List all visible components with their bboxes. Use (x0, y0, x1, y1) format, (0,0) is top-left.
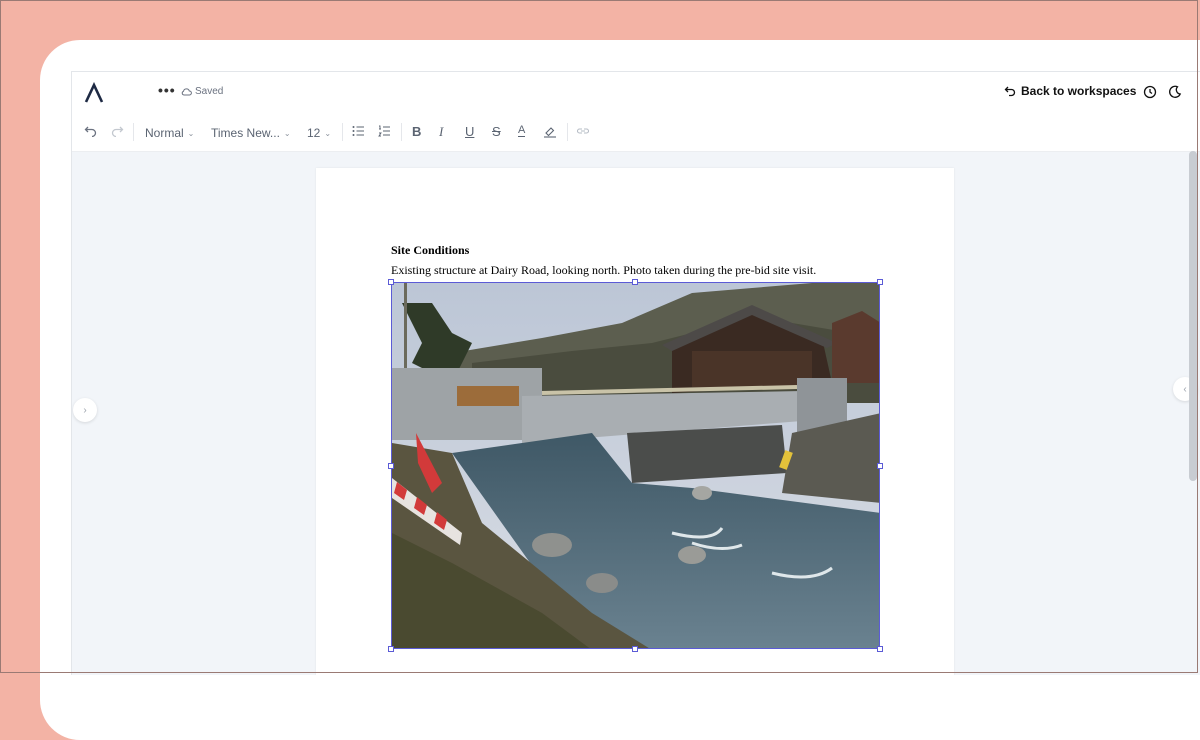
strikethrough-button[interactable]: S (492, 124, 501, 139)
back-to-workspaces-button[interactable]: Back to workspaces (1004, 84, 1136, 98)
document-heading[interactable]: Site Conditions (391, 243, 469, 258)
paragraph-style-dropdown[interactable]: Normal ⌄ (145, 126, 194, 140)
toolbar-divider (342, 123, 343, 141)
document-page[interactable]: Site Conditions Existing structure at Da… (316, 168, 954, 675)
toolbar-divider (401, 123, 402, 141)
chevron-down-icon: ⌄ (324, 128, 332, 138)
more-menu-button[interactable]: ••• (158, 82, 176, 98)
site-photo-image (392, 283, 879, 648)
resize-handle-bottom[interactable] (632, 646, 638, 652)
resize-handle-top-right[interactable] (877, 279, 883, 285)
site-photo[interactable] (391, 282, 880, 649)
save-status-label: Saved (195, 86, 224, 97)
font-family-value: Times New... (211, 126, 280, 140)
resize-handle-right[interactable] (877, 463, 883, 469)
redo-icon[interactable] (110, 125, 124, 137)
formatting-toolbar: Normal ⌄ Times New... ⌄ 12 ⌄ B I U S A (72, 114, 1200, 152)
history-icon[interactable] (1143, 85, 1157, 99)
document-caption[interactable]: Existing structure at Dairy Road, lookin… (391, 263, 816, 278)
expand-left-panel-button[interactable]: › (73, 398, 97, 422)
vertical-scrollbar[interactable] (1189, 151, 1197, 481)
chevron-left-icon: ‹ (1183, 383, 1187, 395)
undo-icon[interactable] (84, 125, 98, 137)
document-canvas: Site Conditions Existing structure at Da… (72, 151, 1200, 675)
font-size-value: 12 (307, 126, 321, 140)
editor-window: ••• Saved Back to workspaces Normal ⌄ Ti… (71, 71, 1200, 675)
resize-handle-bottom-left[interactable] (388, 646, 394, 652)
logo-icon[interactable] (84, 82, 104, 104)
cloud-icon (181, 88, 192, 96)
save-status: Saved (181, 86, 223, 97)
chevron-down-icon: ⌄ (187, 128, 195, 138)
top-bar: ••• Saved Back to workspaces (72, 72, 1200, 115)
back-arrow-icon (1004, 86, 1016, 97)
resize-handle-bottom-right[interactable] (877, 646, 883, 652)
italic-button[interactable]: I (439, 124, 443, 140)
resize-handle-top-left[interactable] (388, 279, 394, 285)
text-color-icon[interactable]: A (518, 125, 526, 137)
underline-button[interactable]: U (465, 124, 474, 139)
highlight-icon[interactable] (543, 125, 557, 138)
bold-button[interactable]: B (412, 124, 421, 139)
toolbar-divider (133, 123, 134, 141)
toolbar-divider (567, 123, 568, 141)
numbered-list-icon[interactable] (378, 125, 391, 137)
chevron-right-icon: › (83, 404, 87, 416)
paragraph-style-value: Normal (145, 126, 184, 140)
back-to-workspaces-label: Back to workspaces (1021, 84, 1137, 98)
resize-handle-top[interactable] (632, 279, 638, 285)
moon-icon[interactable] (1168, 85, 1182, 99)
chevron-down-icon: ⌄ (283, 128, 291, 138)
link-icon[interactable] (576, 125, 590, 137)
font-family-dropdown[interactable]: Times New... ⌄ (211, 126, 291, 140)
resize-handle-left[interactable] (388, 463, 394, 469)
font-size-dropdown[interactable]: 12 ⌄ (307, 126, 331, 140)
bullet-list-icon[interactable] (352, 125, 365, 137)
